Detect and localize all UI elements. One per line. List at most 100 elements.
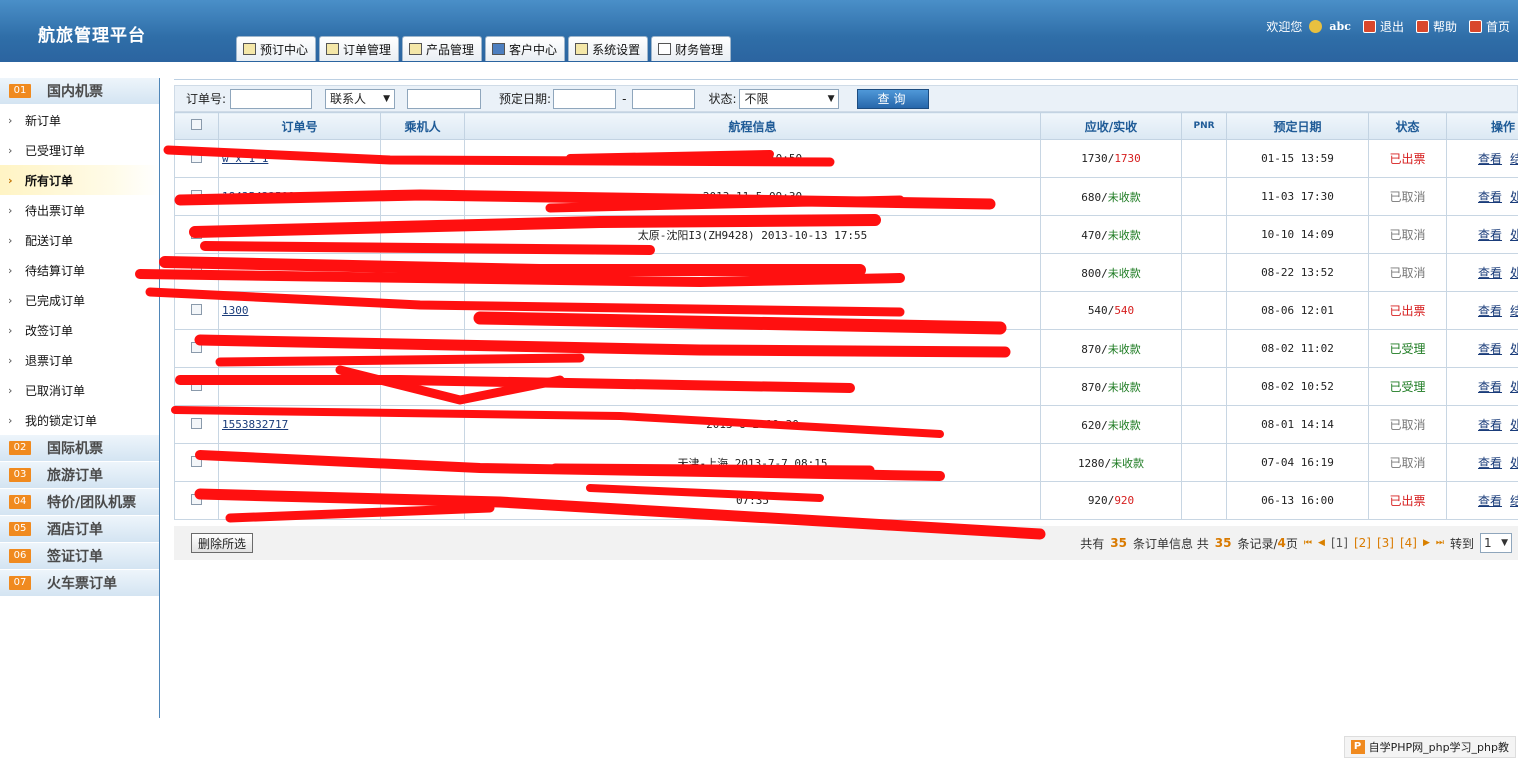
view-link[interactable]: 查看 [1478,342,1502,356]
page-link-2[interactable]: [2] [1354,536,1371,550]
process-link[interactable]: 处 [1510,266,1517,280]
sidebar-category-hotel[interactable]: 05 酒店订单 [0,516,159,543]
col-book-date[interactable]: 预定日期 [1226,112,1369,140]
view-link[interactable]: 查看 [1478,456,1502,470]
actions-cell: 查看处 [1446,367,1518,406]
view-link[interactable]: 查看 [1478,152,1502,166]
tab-products[interactable]: 产品管理 [402,36,483,61]
status-cell: 已取消 [1368,177,1447,216]
help-link[interactable]: 帮助 [1433,18,1457,35]
sidebar-item-cancelled[interactable]: › 已取消订单 [0,375,159,405]
view-link[interactable]: 查看 [1478,304,1502,318]
process-link[interactable]: 处 [1510,380,1517,394]
sidebar-item-locked[interactable]: › 我的锁定订单 [0,405,159,435]
order-sub-link[interactable]: 1553832717 [222,418,380,431]
status-select[interactable]: 不限 ▼ [739,88,840,109]
process-link[interactable]: 处 [1510,228,1517,242]
col-passenger[interactable]: 乘机人 [380,112,465,140]
last-page-icon[interactable]: ⏭ [1436,538,1444,548]
home-icon[interactable] [1468,20,1482,33]
goto-page-select[interactable]: 1 ▼ [1480,533,1512,553]
sidebar-category-domestic[interactable]: 01 国内机票 [0,78,159,105]
amount-receivable: 800 [1081,266,1102,280]
row-checkbox[interactable] [191,151,202,163]
contact-input[interactable] [407,88,482,109]
contact-select[interactable]: 联系人 ▼ [325,88,396,109]
row-checkbox[interactable] [191,379,202,391]
tab-orders[interactable]: 订单管理 [319,36,400,61]
process-link[interactable]: 结 [1510,152,1517,166]
row-select-cell [174,367,219,406]
sidebar-item-label: 配送订单 [25,233,74,248]
order-sub-link[interactable]: w x 1 1 [222,152,380,165]
row-checkbox[interactable] [191,189,202,201]
view-link[interactable]: 查看 [1478,228,1502,242]
process-link[interactable]: 处 [1510,418,1517,432]
tab-customers[interactable]: 客户中心 [485,36,566,61]
process-link[interactable]: 结 [1510,304,1517,318]
logout-icon[interactable] [1362,20,1376,33]
order-no-link[interactable]: 18435422599 [222,190,380,203]
sidebar-category-international[interactable]: 02 国际机票 [0,435,159,462]
row-checkbox[interactable] [191,341,202,353]
help-icon[interactable] [1415,20,1429,33]
first-page-icon[interactable]: ⏮ [1304,538,1312,548]
select-all-checkbox[interactable] [191,119,202,130]
sidebar-category-train[interactable]: 07 火车票订单 [0,570,159,597]
order-sub-link[interactable]: 1300 [222,304,380,317]
row-checkbox[interactable] [191,417,202,429]
tab-settings[interactable]: 系统设置 [568,36,649,61]
order-no-input[interactable] [230,88,313,109]
col-status[interactable]: 状态 [1368,112,1447,140]
sidebar-item-delivery[interactable]: › 配送订单 [0,225,159,255]
row-checkbox[interactable] [191,303,202,315]
sidebar-category-visa[interactable]: 06 签证订单 [0,543,159,570]
sidebar-category-travel[interactable]: 03 旅游订单 [0,462,159,489]
next-page-icon[interactable]: ▶ [1423,538,1430,548]
sidebar-item-pending-ticket[interactable]: › 待出票订单 [0,195,159,225]
sidebar-category-special[interactable]: 04 特价/团队机票 [0,489,159,516]
col-order-no[interactable]: 订单号 [218,112,381,140]
date-from-input[interactable] [553,88,617,109]
row-checkbox[interactable] [191,493,202,505]
date-to-input[interactable] [632,88,696,109]
home-link[interactable]: 首页 [1486,18,1510,35]
goto-page-value: 1 [1484,536,1492,550]
query-button[interactable]: 查询 [857,88,930,109]
sidebar-item-changed[interactable]: › 改签订单 [0,315,159,345]
amount-receivable: 620 [1081,418,1102,432]
table-row: 870/未收款08-02 11:02已受理查看处 [174,329,1518,368]
process-link[interactable]: 处 [1510,456,1517,470]
category-label: 酒店订单 [47,522,103,538]
actions-cell: 查看结 [1446,139,1518,178]
process-link[interactable]: 结 [1510,494,1517,508]
logout-link[interactable]: 退出 [1380,18,1404,35]
sidebar-item-completed[interactable]: › 已完成订单 [0,285,159,315]
page-link-4[interactable]: [4] [1400,536,1417,550]
row-checkbox[interactable] [191,265,202,277]
prev-page-icon[interactable]: ◀ [1318,538,1325,548]
col-amount[interactable]: 应收/实收 [1040,112,1182,140]
row-checkbox[interactable] [191,227,202,239]
process-link[interactable]: 处 [1510,342,1517,356]
col-route[interactable]: 航程信息 [464,112,1041,140]
row-checkbox[interactable] [191,455,202,467]
col-pnr[interactable]: PNR [1181,112,1227,140]
delete-selected-button[interactable]: 删除所选 [191,533,254,553]
sidebar-item-pending-settle[interactable]: › 待结算订单 [0,255,159,285]
sidebar-item-accepted[interactable]: › 已受理订单 [0,135,159,165]
sidebar-item-all[interactable]: › 所有订单 [0,165,159,195]
sidebar-item-refund[interactable]: › 退票订单 [0,345,159,375]
page-link-3[interactable]: [3] [1377,536,1394,550]
view-link[interactable]: 查看 [1478,494,1502,508]
tab-finance[interactable]: 财务管理 [651,36,732,61]
view-link[interactable]: 查看 [1478,266,1502,280]
sidebar-item-new[interactable]: › 新订单 [0,105,159,135]
view-link[interactable]: 查看 [1478,418,1502,432]
view-link[interactable]: 查看 [1478,380,1502,394]
process-link[interactable]: 处 [1510,190,1517,204]
pagination: 共有 35 条订单信息 共 35 条记录/ 4 页 ⏮ ◀ [1] [2] [3… [1080,533,1512,553]
page-link-1[interactable]: [1] [1331,536,1348,550]
tab-booking[interactable]: 预订中心 [236,36,317,61]
view-link[interactable]: 查看 [1478,190,1502,204]
